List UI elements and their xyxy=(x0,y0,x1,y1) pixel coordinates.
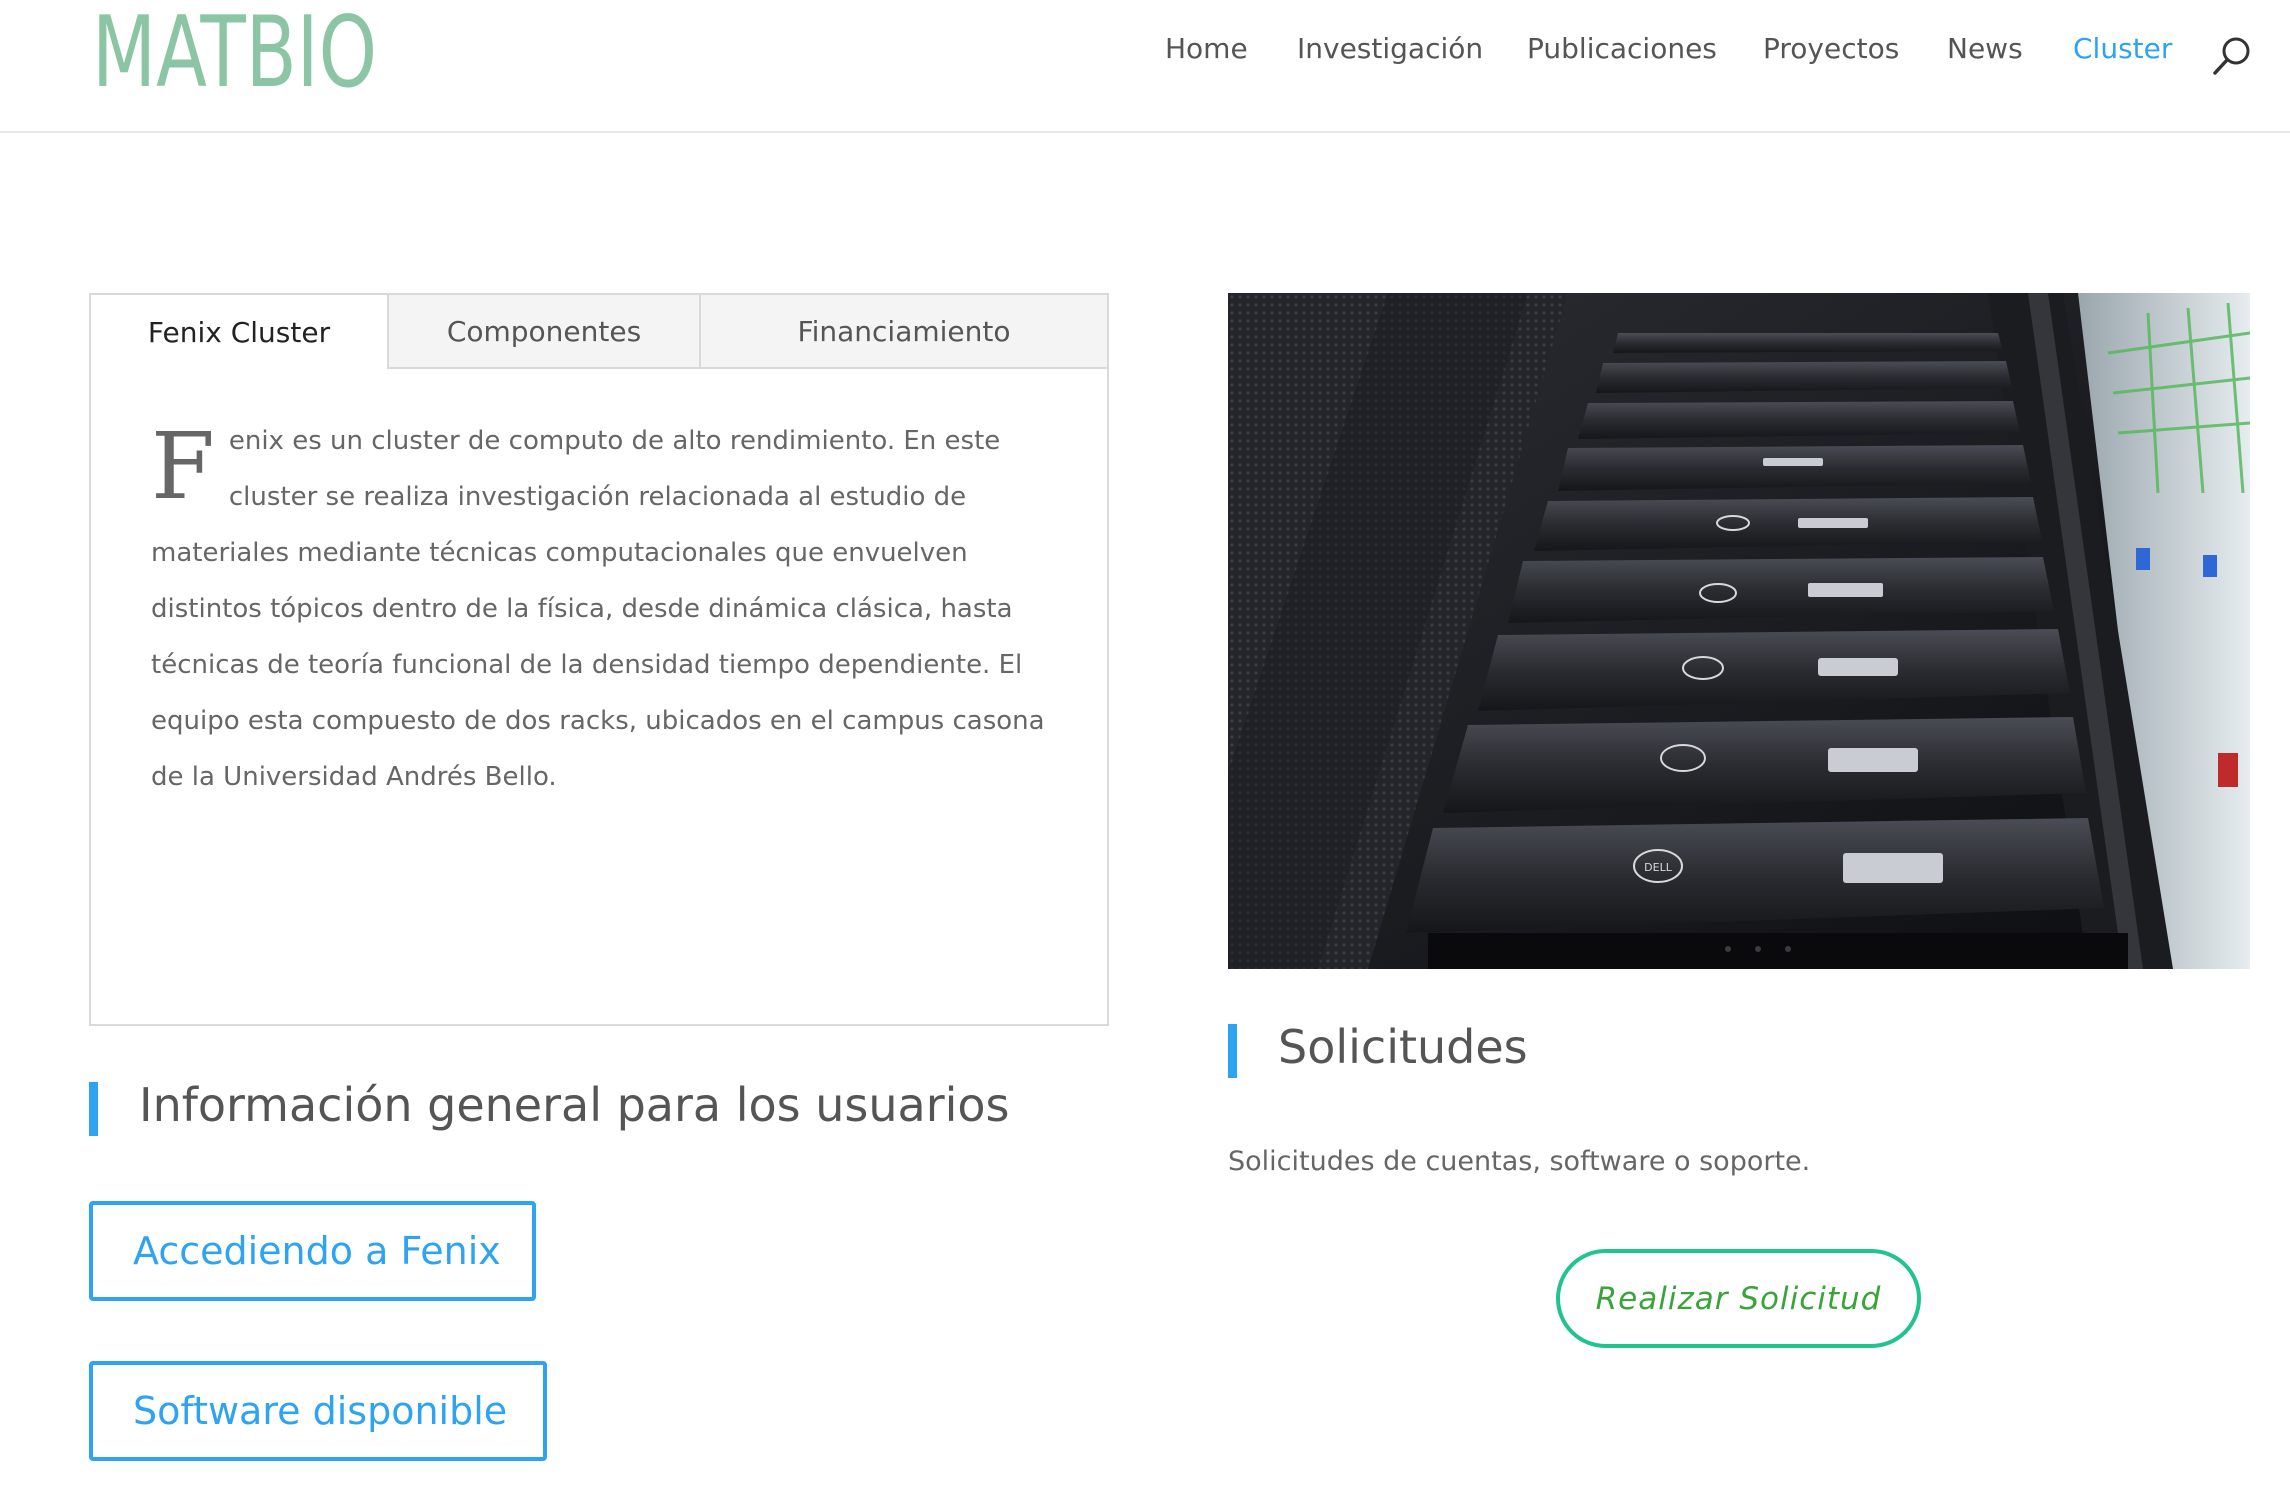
tab-fenix-cluster[interactable]: Fenix Cluster xyxy=(91,295,389,369)
tab-panel-fenix-cluster: Fenix es un cluster de computo de alto r… xyxy=(151,413,1051,805)
fenix-description: enix es un cluster de computo de alto re… xyxy=(151,426,1045,792)
server-rack-image: DELL xyxy=(1228,293,2250,969)
cluster-tabs: Fenix Cluster Componentes Financiamiento… xyxy=(89,293,1109,1026)
dell-label: DELL xyxy=(1644,861,1673,874)
logo-text: MATBIO xyxy=(92,6,377,98)
tab-componentes[interactable]: Componentes xyxy=(389,295,701,367)
nav-news[interactable]: News xyxy=(1947,32,2023,65)
realizar-solicitud-button[interactable]: Realizar Solicitud xyxy=(1556,1249,1921,1348)
info-section-title: Información general para los usuarios xyxy=(89,1078,1010,1136)
nav-publicaciones[interactable]: Publicaciones xyxy=(1527,32,1717,65)
nav-cluster[interactable]: Cluster xyxy=(2073,32,2172,65)
solicitudes-description: Solicitudes de cuentas, software o sopor… xyxy=(1228,1146,1811,1177)
solicitudes-title: Solicitudes xyxy=(1228,1020,1528,1078)
software-disponible-button[interactable]: Software disponible xyxy=(89,1361,547,1461)
search-icon[interactable] xyxy=(2210,34,2254,78)
dropcap-letter: F xyxy=(151,413,215,520)
tab-financiamiento[interactable]: Financiamiento xyxy=(701,295,1107,367)
nav-investigacion[interactable]: Investigación xyxy=(1297,32,1483,65)
tab-bar: Fenix Cluster Componentes Financiamiento xyxy=(91,295,1107,369)
nav-home[interactable]: Home xyxy=(1165,32,1248,65)
matbio-logo[interactable]: MATBIO xyxy=(92,6,382,98)
accediendo-fenix-button[interactable]: Accediendo a Fenix xyxy=(89,1201,536,1301)
nav-proyectos[interactable]: Proyectos xyxy=(1763,32,1899,65)
site-header: MATBIO Home Investigación Publicaciones … xyxy=(0,0,2290,133)
server-rack-photo: DELL xyxy=(1228,293,2250,969)
